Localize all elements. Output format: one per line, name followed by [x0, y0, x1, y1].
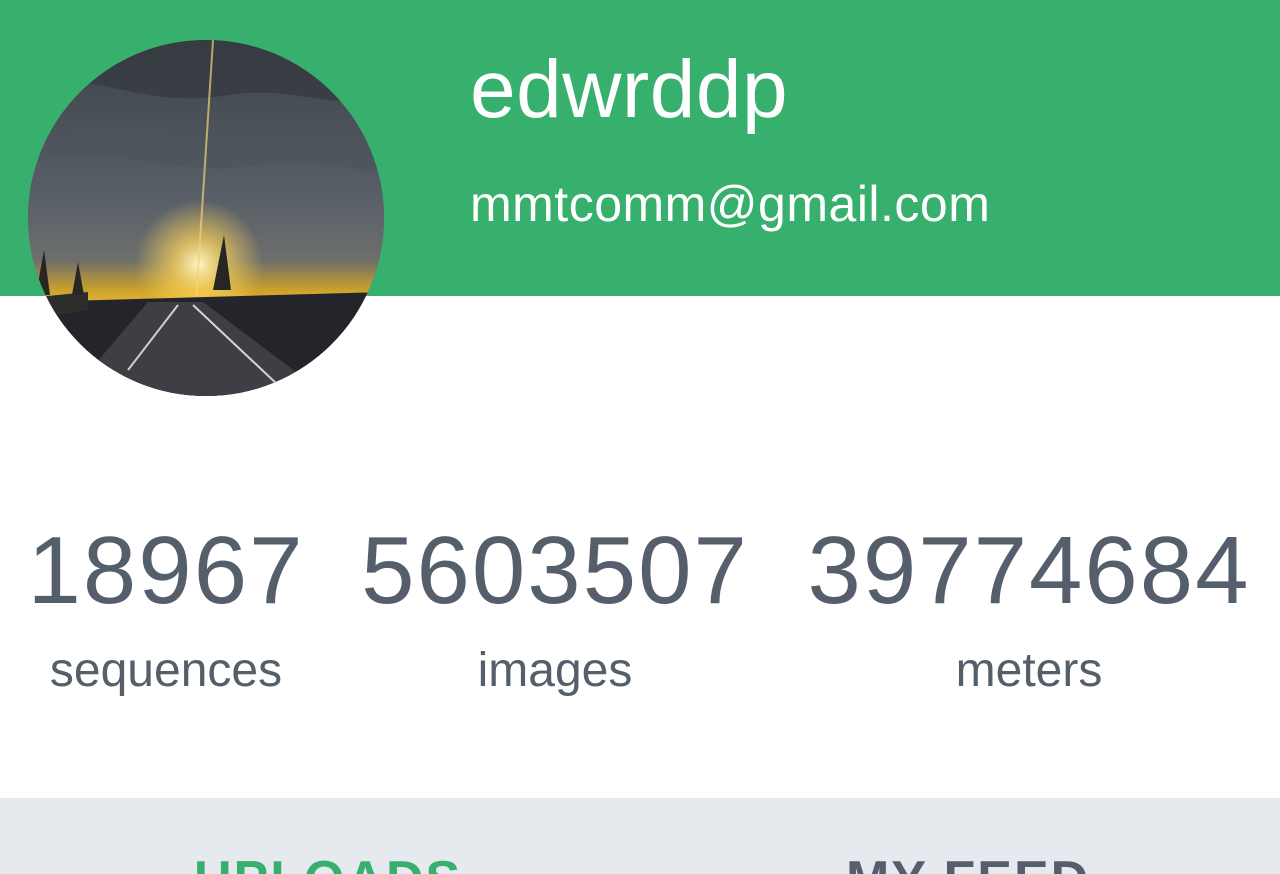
- stat-meters: 39774684 meters: [790, 515, 1268, 735]
- tab-my-feed[interactable]: MY FEED: [846, 850, 1090, 874]
- stat-meters-value: 39774684: [807, 517, 1251, 624]
- stat-images-value: 5603507: [361, 517, 749, 624]
- stat-sequences: 18967 sequences: [20, 515, 312, 735]
- tab-uploads[interactable]: UPLOADS: [194, 850, 462, 874]
- stat-meters-label: meters: [955, 644, 1103, 697]
- stat-sequences-label: sequences: [49, 644, 283, 697]
- stat-images: 5603507 images: [350, 515, 760, 735]
- profile-username: edwrddp: [470, 44, 789, 135]
- profile-tab-bar: UPLOADS MY FEED: [0, 798, 1280, 874]
- stat-sequences-value: 18967: [27, 517, 305, 624]
- profile-email: mmtcomm@gmail.com: [470, 176, 991, 232]
- avatar-photo-sunset-road: [28, 40, 384, 396]
- stat-images-label: images: [477, 644, 633, 697]
- profile-avatar[interactable]: [28, 40, 384, 396]
